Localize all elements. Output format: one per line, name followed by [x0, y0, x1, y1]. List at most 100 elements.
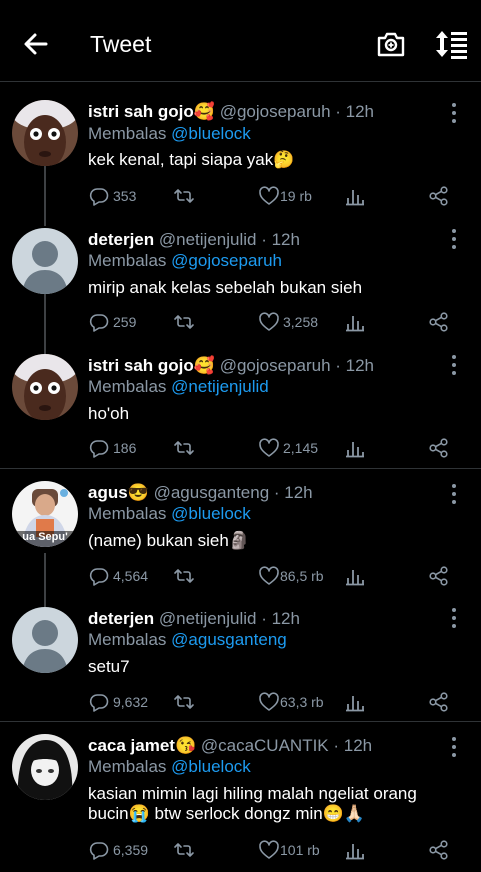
analytics-button[interactable]: [344, 436, 366, 460]
more-vertical-icon[interactable]: [446, 354, 462, 376]
heart-icon: [259, 566, 279, 585]
reply-prefix: Membalas: [88, 251, 167, 270]
analytics-icon: [346, 190, 364, 206]
retweet-button[interactable]: [173, 184, 195, 208]
back-arrow-icon[interactable]: [20, 28, 52, 60]
retweet-icon: [174, 843, 194, 857]
reply-target-link[interactable]: @bluelock: [171, 504, 251, 523]
camera-icon[interactable]: [375, 28, 407, 60]
avatar[interactable]: [12, 354, 78, 420]
analytics-button[interactable]: [344, 690, 366, 714]
share-button[interactable]: [428, 838, 450, 862]
tweet-actions: 9,632 63,3 rb: [88, 690, 458, 714]
reply-button[interactable]: 259: [88, 310, 136, 334]
retweet-button[interactable]: [173, 564, 195, 588]
analytics-button[interactable]: [344, 838, 366, 862]
more-vertical-icon[interactable]: [446, 736, 462, 758]
tweet-text: kek kenal, tapi siapa yak🤔: [88, 150, 295, 169]
tweet-header: caca jamet😘 @cacaCUANTIK · 12h: [88, 736, 372, 756]
thread-line: [44, 294, 46, 336]
reply-target-link[interactable]: @gojoseparuh: [171, 251, 282, 270]
tweet-header: istri sah gojo🥰 @gojoseparuh · 12h: [88, 102, 374, 122]
avatar-caption: ua Sepu': [22, 531, 68, 543]
avatar[interactable]: ua Sepu': [12, 481, 78, 547]
reply-button[interactable]: 6,359: [88, 838, 148, 862]
share-button[interactable]: [428, 310, 450, 334]
tweet-text: ho'oh: [88, 404, 130, 423]
avatar[interactable]: [12, 100, 78, 166]
share-icon: [429, 438, 448, 458]
analytics-button[interactable]: [344, 310, 366, 334]
display-name[interactable]: deterjen: [88, 609, 154, 628]
analytics-icon: [346, 442, 364, 458]
tweet-item[interactable]: caca jamet😘 @cacaCUANTIK · 12h Membalas …: [0, 722, 481, 872]
thread-line: [44, 599, 46, 607]
handle-time: @gojoseparuh · 12h: [219, 356, 375, 375]
like-button[interactable]: 2,145: [258, 436, 318, 460]
heart-icon: [259, 186, 279, 205]
analytics-button[interactable]: [344, 564, 366, 588]
reply-target-link[interactable]: @bluelock: [171, 124, 251, 143]
reply-icon: [89, 842, 109, 860]
retweet-button[interactable]: [173, 690, 195, 714]
reply-icon: [89, 694, 109, 712]
share-button[interactable]: [428, 690, 450, 714]
avatar[interactable]: [12, 228, 78, 294]
share-button[interactable]: [428, 184, 450, 208]
display-name[interactable]: istri sah gojo🥰: [88, 356, 215, 375]
reply-target-link[interactable]: @agusganteng: [171, 630, 287, 649]
retweet-button[interactable]: [173, 838, 195, 862]
sort-icon[interactable]: [434, 28, 470, 60]
like-button[interactable]: 86,5 rb: [258, 564, 324, 588]
tweet-item[interactable]: ua Sepu' agus😎 @agusganteng · 12h Membal…: [0, 469, 481, 599]
tweet-item[interactable]: deterjen @netijenjulid · 12h Membalas @a…: [0, 599, 481, 721]
tweet-actions: 4,564 86,5 rb: [88, 564, 458, 588]
reply-button[interactable]: 353: [88, 184, 136, 208]
analytics-button[interactable]: [344, 184, 366, 208]
reply-count: 6,359: [113, 842, 149, 858]
retweet-button[interactable]: [173, 436, 195, 460]
analytics-icon: [346, 696, 364, 712]
share-icon: [429, 186, 448, 206]
more-vertical-icon[interactable]: [446, 228, 462, 250]
retweet-button[interactable]: [173, 310, 195, 334]
share-icon: [429, 692, 448, 712]
share-button[interactable]: [428, 436, 450, 460]
share-button[interactable]: [428, 564, 450, 588]
avatar[interactable]: [12, 607, 78, 673]
handle-time: @netijenjulid · 12h: [158, 609, 300, 628]
tweet-actions: 6,359 101 rb: [88, 838, 458, 862]
display-name[interactable]: deterjen: [88, 230, 154, 249]
tweet-text: mirip anak kelas sebelah bukan sieh: [88, 278, 363, 297]
tweet-item[interactable]: deterjen @netijenjulid · 12h Membalas @g…: [0, 210, 481, 336]
like-button[interactable]: 63,3 rb: [258, 690, 324, 714]
tweet-item[interactable]: istri sah gojo🥰 @gojoseparuh · 12h Memba…: [0, 336, 481, 468]
reply-icon: [89, 314, 109, 332]
retweet-icon: [174, 441, 194, 455]
reply-prefix: Membalas: [88, 124, 167, 143]
display-name[interactable]: caca jamet😘: [88, 736, 196, 755]
display-name[interactable]: istri sah gojo🥰: [88, 102, 215, 121]
more-vertical-icon[interactable]: [446, 607, 462, 629]
reply-icon: [89, 440, 109, 458]
heart-icon: [259, 438, 279, 457]
tweet-item[interactable]: istri sah gojo🥰 @gojoseparuh · 12h Memba…: [0, 82, 481, 210]
reply-target-link[interactable]: @bluelock: [171, 757, 251, 776]
like-button[interactable]: 3,258: [258, 310, 318, 334]
handle-time: @cacaCUANTIK · 12h: [200, 736, 373, 755]
more-vertical-icon[interactable]: [446, 483, 462, 505]
reply-button[interactable]: 9,632: [88, 690, 148, 714]
tweet-header: deterjen @netijenjulid · 12h: [88, 609, 300, 629]
tweet-text: setu7: [88, 657, 130, 676]
avatar[interactable]: [12, 734, 78, 800]
reply-count: 4,564: [113, 568, 149, 584]
display-name[interactable]: agus😎: [88, 483, 149, 502]
reply-button[interactable]: 4,564: [88, 564, 148, 588]
reply-context: Membalas @gojoseparuh: [88, 251, 282, 271]
reply-target-link[interactable]: @netijenjulid: [171, 377, 269, 396]
tweet-header: istri sah gojo🥰 @gojoseparuh · 12h: [88, 356, 374, 376]
more-vertical-icon[interactable]: [446, 102, 462, 124]
reply-button[interactable]: 186: [88, 436, 136, 460]
like-button[interactable]: 101 rb: [258, 838, 320, 862]
like-button[interactable]: 19 rb: [258, 184, 312, 208]
